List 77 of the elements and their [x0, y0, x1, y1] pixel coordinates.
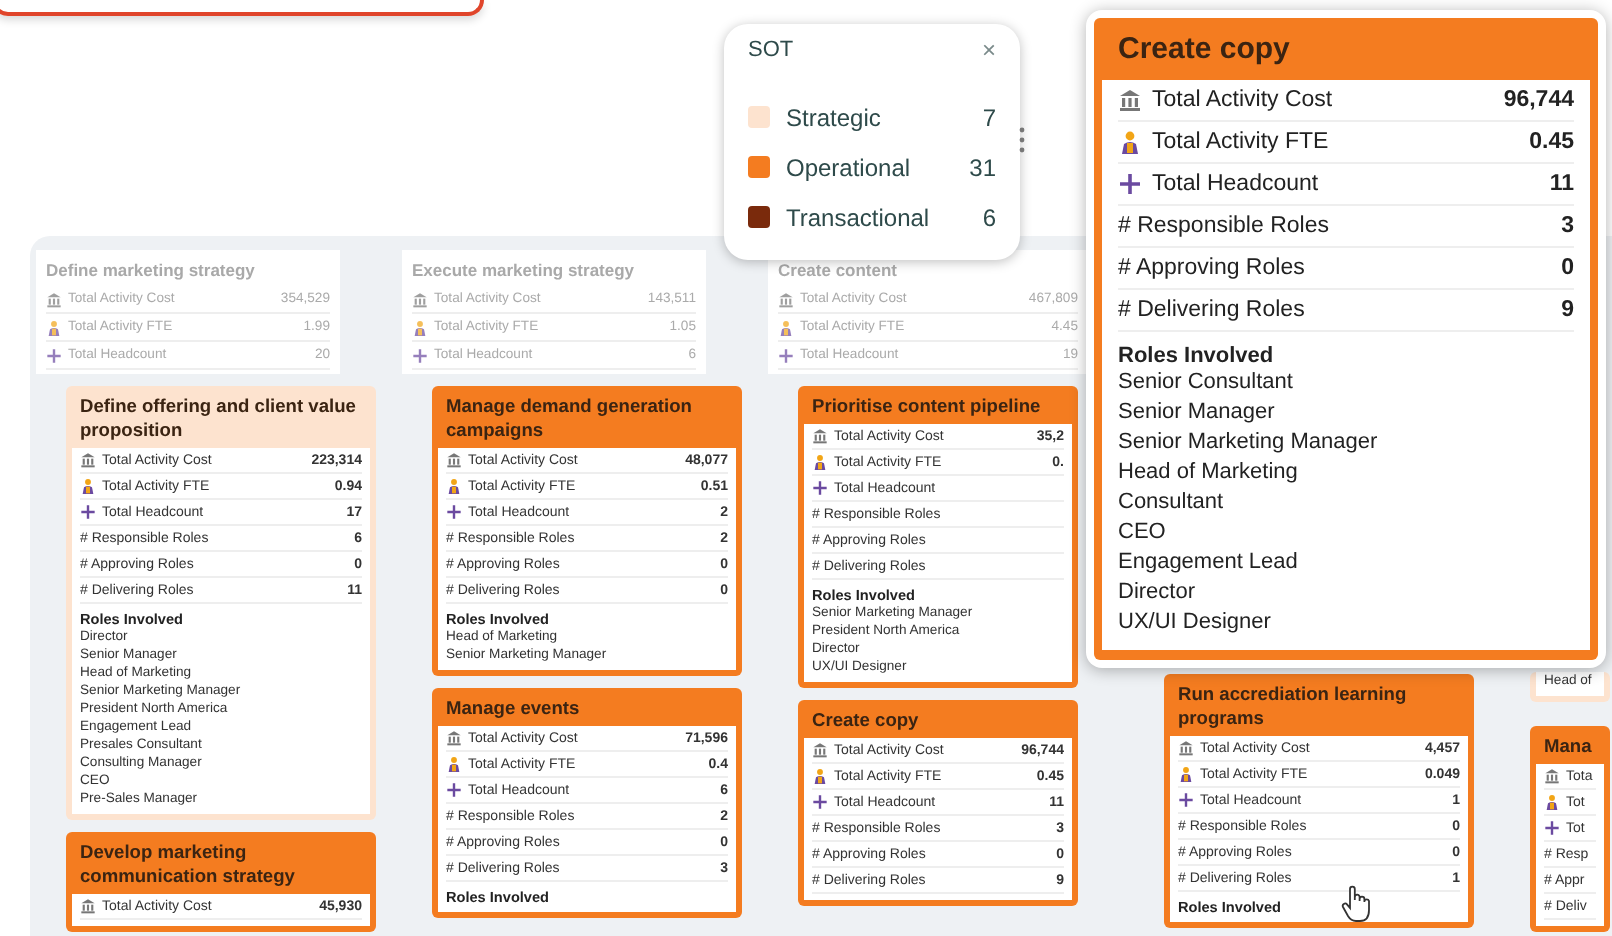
- legend-count: 7: [982, 103, 996, 131]
- legend-count: 6: [982, 203, 996, 231]
- group-title: Execute marketing strategy: [412, 258, 637, 284]
- metric-label: Total Activity Cost: [1152, 88, 1333, 112]
- legend-title: SOT: [748, 38, 794, 62]
- role-name: Senior Marketing Manager: [1118, 428, 1380, 458]
- role-name: Head of Marketing: [1118, 458, 1300, 488]
- metric-label: # Delivering Roles: [1118, 298, 1305, 322]
- person-icon: [778, 319, 794, 335]
- person-icon: [446, 478, 462, 494]
- role-name: Director: [1118, 578, 1198, 608]
- plus-icon: [80, 504, 96, 520]
- bank-icon: [446, 452, 462, 468]
- card-title: Develop marketing communication strategy: [78, 840, 297, 890]
- metric-value: 96,744: [1503, 88, 1574, 112]
- vertical-dots-icon: [1018, 126, 1026, 154]
- metric-value: 9: [1561, 298, 1574, 322]
- bank-icon: [1118, 88, 1142, 112]
- person-icon: [446, 756, 462, 772]
- bank-icon: [812, 428, 828, 444]
- metric-value: 11: [1549, 172, 1574, 196]
- plus-icon: [812, 480, 828, 496]
- person-icon: [80, 478, 96, 494]
- bank-icon: [412, 291, 428, 307]
- metric-value: 0.45: [1529, 130, 1574, 154]
- bank-icon: [80, 898, 96, 914]
- close-button[interactable]: ×: [981, 36, 996, 64]
- person-icon: [1544, 794, 1560, 810]
- card-title: Mana: [1542, 734, 1594, 760]
- person-icon: [412, 319, 428, 335]
- plus-icon: [1178, 792, 1194, 808]
- person-icon: [46, 319, 62, 335]
- plus-icon: [1544, 820, 1560, 836]
- metric-label: Total Headcount: [1152, 172, 1319, 196]
- plus-icon: [46, 347, 62, 363]
- role-name: Senior Manager: [1118, 398, 1277, 428]
- plus-icon: [778, 347, 794, 363]
- card-title: Create copy: [1116, 30, 1292, 70]
- legend-label: Operational: [786, 153, 913, 181]
- bank-icon: [80, 452, 96, 468]
- role-name: UX/UI Designer: [1118, 608, 1273, 638]
- metric-label: # Responsible Roles: [1118, 214, 1329, 238]
- bank-icon: [446, 730, 462, 746]
- legend-label: Strategic: [786, 103, 883, 131]
- role-name: Engagement Lead: [1118, 548, 1300, 578]
- plus-icon: [446, 504, 462, 520]
- card-title: Run accrediation learning programs: [1176, 682, 1409, 732]
- metric-value: 3: [1561, 214, 1574, 238]
- role-name: Consultant: [1118, 488, 1226, 518]
- metric-label: Total Activity FTE: [1152, 130, 1329, 154]
- role-name: Senior Consultant: [1118, 368, 1295, 398]
- plus-icon: [812, 794, 828, 810]
- card-title: Manage demand generation campaigns: [444, 394, 694, 444]
- person-icon: [812, 768, 828, 784]
- bank-icon: [1544, 768, 1560, 784]
- legend-count: 31: [969, 153, 996, 181]
- roles-heading: Roles Involved: [1118, 344, 1276, 368]
- card-title: Define offering and client value proposition: [78, 394, 358, 444]
- legend-label: Transactional: [786, 203, 932, 231]
- bank-icon: [812, 742, 828, 758]
- group-title: Create content: [778, 258, 900, 284]
- person-icon: [1118, 130, 1142, 154]
- plus-icon: [412, 347, 428, 363]
- person-icon: [812, 454, 828, 470]
- plus-icon: [446, 782, 462, 798]
- bank-icon: [778, 291, 794, 307]
- group-title: Define marketing strategy: [46, 258, 257, 284]
- metric-value: 0: [1561, 256, 1574, 280]
- bank-icon: [1178, 740, 1194, 756]
- card-title: Create copy: [810, 708, 921, 734]
- bank-icon: [46, 291, 62, 307]
- metric-label: # Approving Roles: [1118, 256, 1305, 280]
- card-title: Manage events: [444, 696, 582, 722]
- card-title: Prioritise content pipeline: [810, 394, 1043, 420]
- plus-icon: [1118, 172, 1142, 196]
- role-name: CEO: [1118, 518, 1168, 548]
- person-icon: [1178, 766, 1194, 782]
